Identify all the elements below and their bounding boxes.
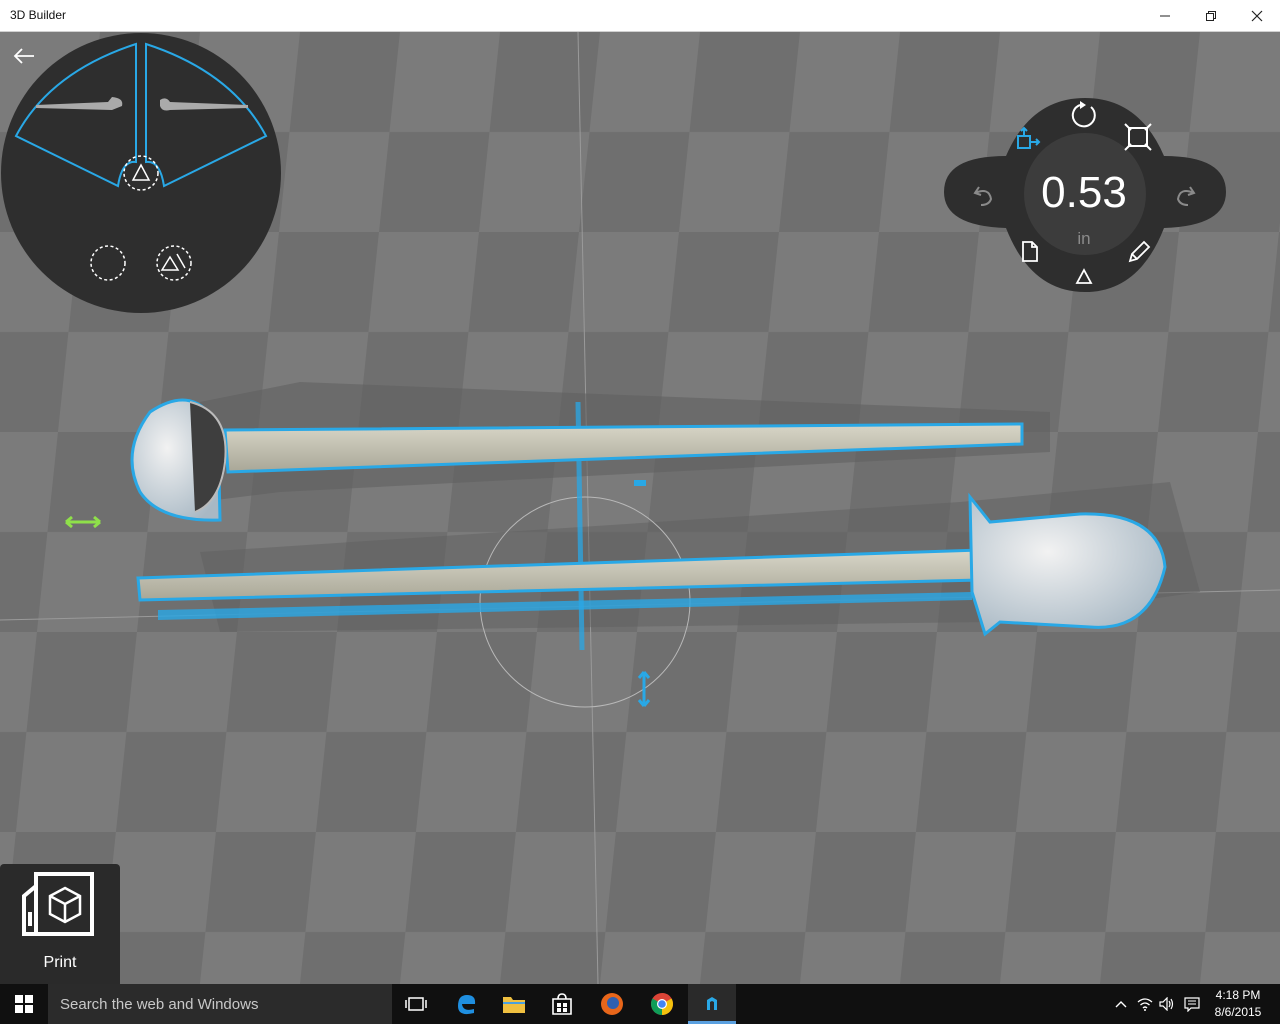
chevron-up-icon: [1115, 1001, 1127, 1008]
close-icon: [1251, 10, 1263, 22]
print-label: Print: [43, 954, 77, 971]
edit-button[interactable]: [1121, 234, 1155, 268]
app-title: 3D Builder: [10, 8, 67, 22]
undo-icon: [973, 186, 993, 206]
action-center-button[interactable]: [1180, 984, 1204, 1024]
restore-button[interactable]: [1188, 0, 1234, 32]
pencil-icon: [1128, 240, 1151, 263]
search-box[interactable]: Search the web and Windows: [48, 984, 392, 1024]
show-hidden-icons-button[interactable]: [1110, 984, 1132, 1024]
scale-button[interactable]: [1121, 120, 1155, 154]
edge-browser-button[interactable]: [442, 984, 490, 1024]
rotate-icon: [1071, 101, 1096, 128]
notification-icon: [1184, 997, 1200, 1012]
restore-icon: [1206, 11, 1216, 21]
move-icon: [1017, 126, 1041, 149]
rotate-button[interactable]: [1067, 98, 1101, 132]
3d-builder-taskbar-button[interactable]: [688, 984, 736, 1024]
object-picker-wheel: [1, 33, 281, 313]
firefox-button[interactable]: [588, 984, 636, 1024]
clock-date: 8/6/2015: [1214, 1005, 1262, 1019]
taskbar: Search the web and Windows 4:18 PM 8/6/2…: [0, 984, 1280, 1024]
minimize-button[interactable]: [1142, 0, 1188, 32]
triangle-icon: [1075, 268, 1093, 284]
store-button[interactable]: [538, 984, 586, 1024]
chrome-button[interactable]: [638, 984, 686, 1024]
clock-time: 4:18 PM: [1215, 988, 1261, 1002]
search-placeholder: Search the web and Windows: [60, 996, 259, 1013]
print-3d-icon: [22, 872, 94, 936]
object-mode-button[interactable]: [1067, 260, 1101, 294]
volume-button[interactable]: [1156, 984, 1178, 1024]
speaker-icon: [1159, 997, 1174, 1011]
wifi-icon: [1137, 998, 1153, 1011]
duplicate-button[interactable]: [1012, 234, 1046, 268]
move-button[interactable]: [1010, 124, 1044, 158]
store-bag-icon: [552, 993, 572, 1015]
start-button[interactable]: [0, 984, 48, 1024]
3d-builder-icon: [707, 996, 717, 1010]
height-handle[interactable]: [634, 480, 646, 486]
task-view-icon: [405, 997, 427, 1011]
task-view-button[interactable]: [392, 984, 440, 1024]
print-button[interactable]: Print: [0, 864, 120, 984]
chrome-icon: [651, 993, 673, 1015]
redo-icon: [1176, 186, 1196, 206]
minimize-icon: [1160, 15, 1170, 17]
folder-icon: [503, 997, 525, 1013]
firefox-icon: [601, 993, 623, 1015]
network-button[interactable]: [1134, 984, 1156, 1024]
redo-button[interactable]: [1168, 177, 1202, 211]
undo-button[interactable]: [967, 177, 1001, 211]
title-bar: 3D Builder: [0, 0, 1280, 32]
value-readout: 0.53: [1041, 168, 1127, 217]
edge-icon: [458, 995, 476, 1015]
taskbar-clock[interactable]: 4:18 PM 8/6/2015: [1206, 987, 1270, 1021]
windows-logo-icon: [15, 995, 33, 1013]
close-button[interactable]: [1234, 0, 1280, 32]
document-icon: [1022, 241, 1038, 262]
file-explorer-button[interactable]: [490, 984, 538, 1024]
scale-icon: [1124, 123, 1152, 151]
